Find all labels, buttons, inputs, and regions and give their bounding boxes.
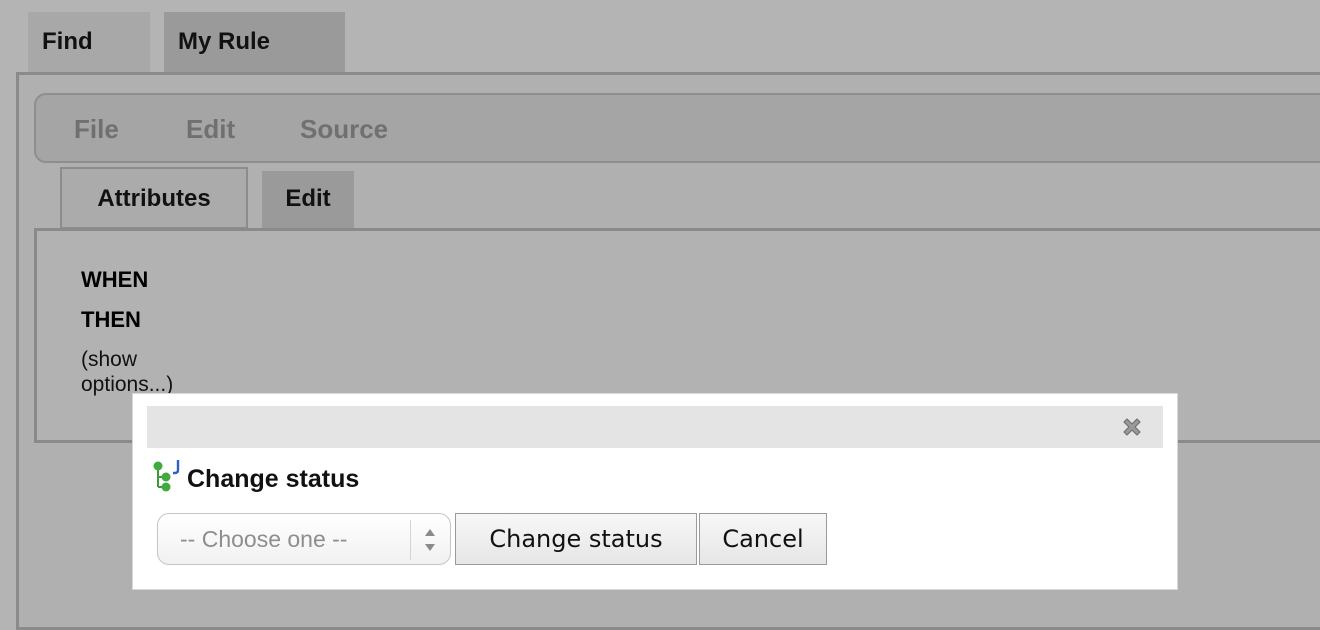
dialog-title: Change status: [187, 465, 360, 493]
tab-edit[interactable]: Edit: [262, 171, 354, 229]
when-heading: WHEN: [81, 267, 149, 292]
tab-my-rule[interactable]: My Rule: [164, 12, 345, 72]
status-select-value: -- Choose one --: [180, 525, 348, 552]
rule-editor-screen: Find My Rule File Edit Source Attributes…: [0, 0, 1320, 630]
menu-source[interactable]: Source: [300, 95, 388, 165]
tab-find[interactable]: Find: [28, 12, 150, 72]
dialog-header: [147, 406, 1163, 448]
change-status-button[interactable]: Change status: [455, 513, 697, 565]
dialog-title-row: Change status: [151, 454, 359, 494]
menu-bar: File Edit Source: [34, 93, 1320, 163]
status-select[interactable]: -- Choose one --: [157, 513, 451, 565]
change-status-dialog: Change status -- Choose one -- Change st…: [132, 393, 1178, 590]
tree-rule-icon: [151, 458, 185, 494]
tab-edit-label: Edit: [285, 185, 331, 212]
select-divider: [410, 520, 411, 560]
cancel-button[interactable]: Cancel: [699, 513, 827, 565]
menu-edit[interactable]: Edit: [186, 95, 235, 165]
dialog-controls: -- Choose one -- Change status Cancel: [157, 513, 827, 565]
close-icon[interactable]: [1117, 412, 1147, 442]
then-heading: THEN: [81, 307, 141, 332]
show-options-link[interactable]: (show options...): [81, 347, 191, 397]
tab-attributes-label: Attributes: [97, 185, 211, 212]
select-arrows-icon: [423, 526, 437, 554]
menu-file[interactable]: File: [74, 95, 119, 165]
tab-attributes[interactable]: Attributes: [60, 167, 248, 229]
tab-my-rule-label: My Rule: [178, 28, 271, 55]
tab-find-label: Find: [42, 28, 93, 55]
